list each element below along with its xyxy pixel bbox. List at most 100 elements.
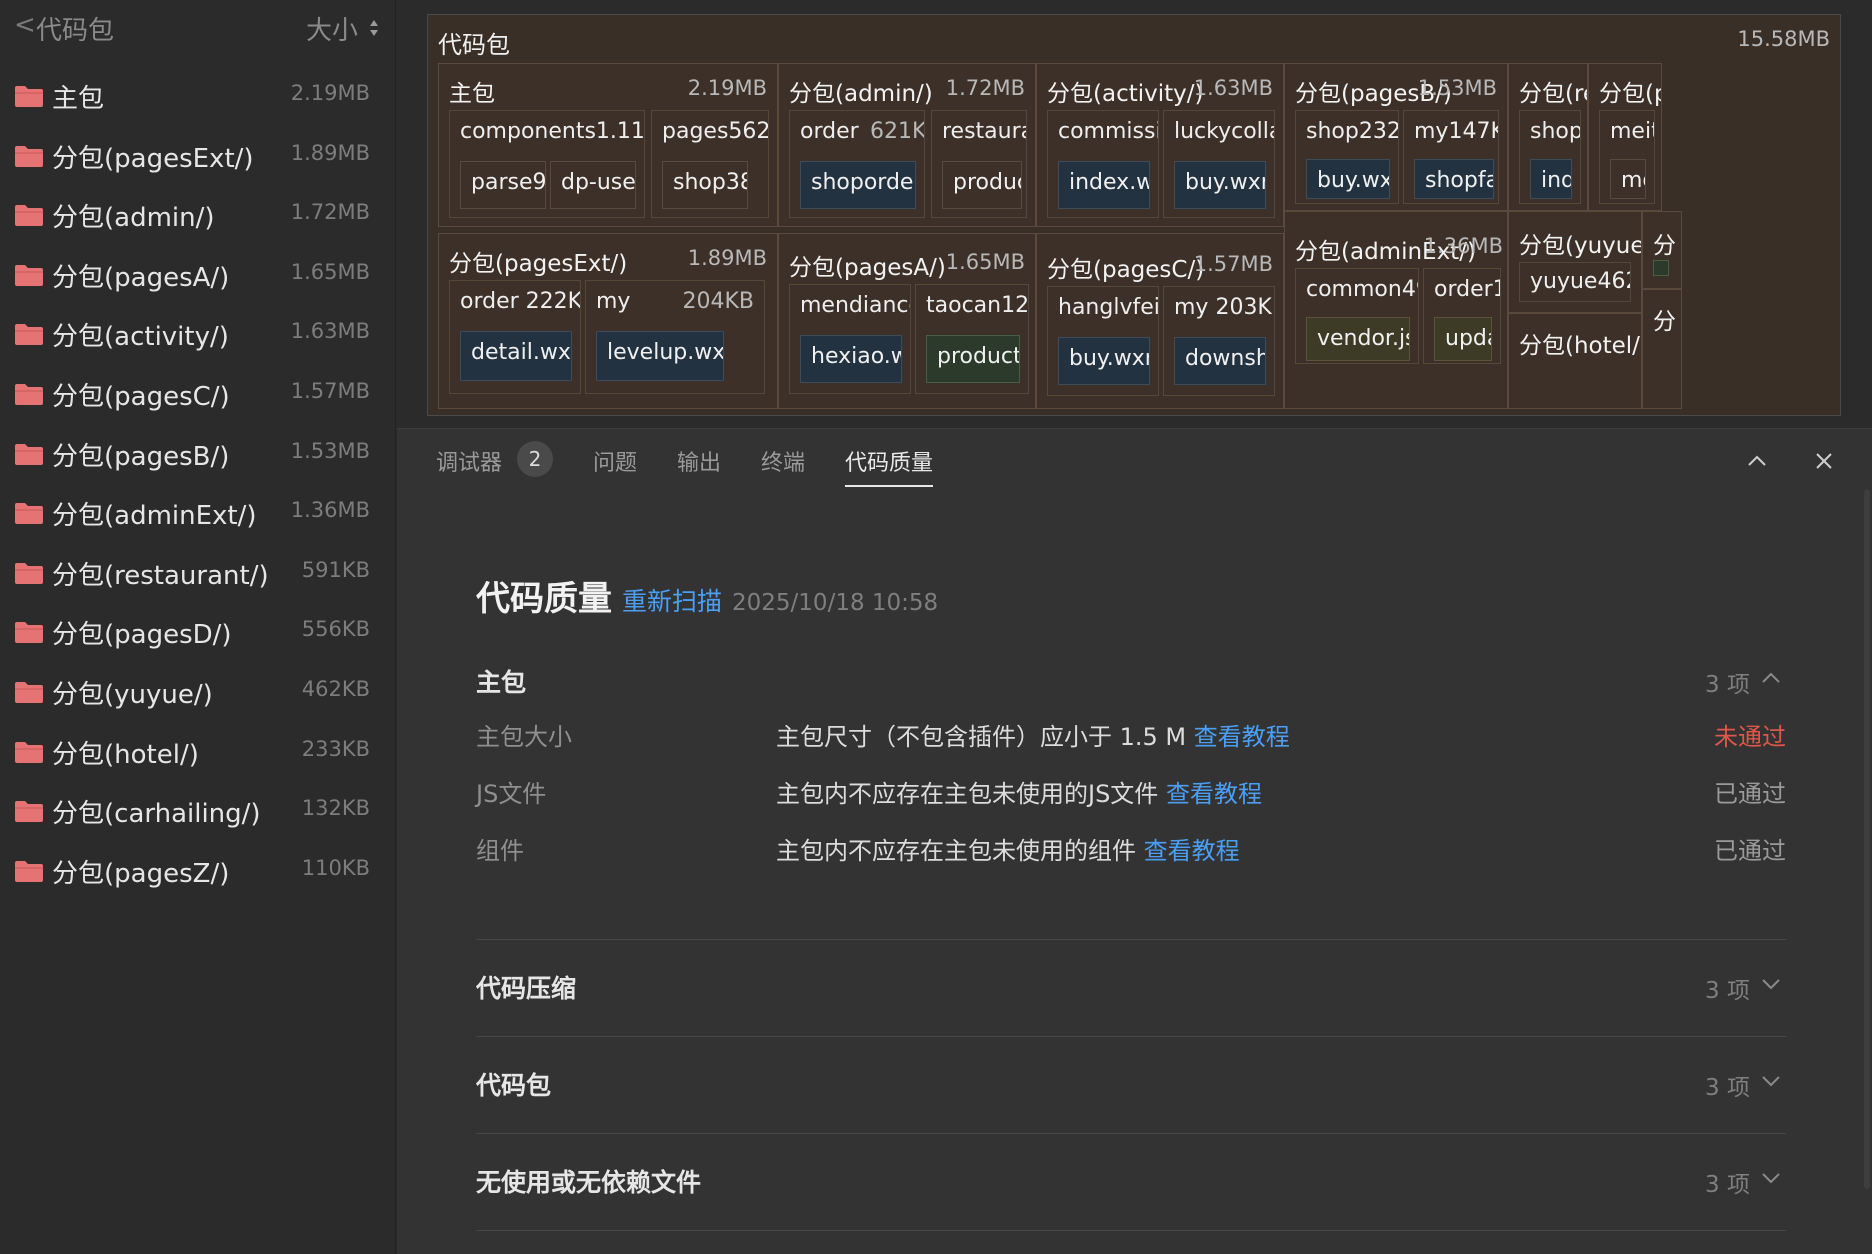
treemap-block-pagesB[interactable]: 分包(pagesB/) 1.53MB shop232KE buy.wxm my1… <box>1284 63 1508 211</box>
package-list-item[interactable]: 分包(restaurant/) 591KB <box>0 543 396 603</box>
tab-output[interactable]: 输出 <box>677 445 721 477</box>
treemap-block-adminExt[interactable]: 分包(adminExt/) 1.36MB common496 vendor.js… <box>1284 211 1508 409</box>
treemap-leaf-ind[interactable]: ind <box>1530 159 1572 199</box>
section-header[interactable]: 代码包 3 项 <box>476 1050 1786 1110</box>
treemap-leaf-shopfa[interactable]: shopfa <box>1414 159 1494 199</box>
section-header[interactable]: 无使用或无依赖文件 3 项 <box>476 1147 1786 1207</box>
treemap-leaf-product[interactable]: product.v <box>926 335 1020 383</box>
treemap-leaf-dp-use[interactable]: dp-use <box>550 161 636 209</box>
collapse-panel-icon[interactable] <box>1745 449 1769 473</box>
treemap-leaf-buy[interactable]: buy.wxm <box>1306 159 1390 199</box>
treemap-block-yuyue[interactable]: 分包(yuyue/ yuyue462 <box>1508 211 1642 313</box>
panel-scrollbar[interactable] <box>1862 489 1872 1199</box>
treemap-block-pagesD[interactable]: 分包(pa meitu mo <box>1588 63 1662 211</box>
treemap-leaf-buy[interactable]: buy.wxml <box>1058 337 1150 385</box>
package-list-item[interactable]: 分包(carhailing/) 132KB <box>0 781 396 841</box>
treemap-leaf-shop[interactable]: shop38 <box>662 161 748 209</box>
treemap-block-small[interactable]: 分 <box>1642 289 1682 409</box>
treemap-leaf-product[interactable]: produc <box>942 161 1022 209</box>
package-list: 主包 2.19MB 分包(pagesExt/) 1.89MB 分包(admin/) 1.7… <box>0 66 396 900</box>
treemap-block-hotel[interactable]: 分包(hotel/) <box>1508 313 1642 409</box>
treemap-sub-restaurant[interactable]: restauran produc <box>931 110 1027 218</box>
package-list-item[interactable]: 分包(admin/) 1.72MB <box>0 185 396 245</box>
treemap-leaf-vendor[interactable]: vendor.js8 <box>1306 317 1410 361</box>
back-button[interactable]: < <box>14 10 36 40</box>
tab-terminal[interactable]: 终端 <box>761 445 805 477</box>
treemap-sub-yuyue[interactable]: yuyue462 <box>1519 262 1631 302</box>
treemap-sub-components[interactable]: components1.11M parse9 dp-use <box>449 110 645 218</box>
treemap-sub-hanglvfeike[interactable]: hanglvfeike buy.wxml <box>1047 286 1159 396</box>
chevron-down-icon[interactable] <box>1760 977 1782 991</box>
scrollbar-thumb[interactable] <box>1864 489 1870 1189</box>
treemap-sub-my[interactable]: my 203KB downsho <box>1163 286 1275 396</box>
block-size: 1.65MB <box>945 250 1025 274</box>
section-divider <box>476 1133 1786 1134</box>
package-list-item[interactable]: 分包(pagesC/) 1.57MB <box>0 364 396 424</box>
block-title: 主包 <box>449 81 495 107</box>
close-icon[interactable] <box>1812 449 1836 473</box>
treemap-sub-my[interactable]: my 204KB levelup.wxı <box>585 280 765 394</box>
treemap-sub-pages[interactable]: pages562 shop38 <box>651 110 769 218</box>
section-header[interactable]: 主包 3 项 <box>476 647 1786 707</box>
treemap-block-pagesC[interactable]: 分包(pagesC/) 1.57MB hanglvfeike buy.wxml … <box>1036 233 1284 409</box>
treemap-leaf-downshop[interactable]: downsho <box>1174 337 1266 385</box>
treemap-sub-commission[interactable]: commissior index.wxr <box>1047 110 1159 218</box>
treemap-leaf-update[interactable]: upda <box>1434 317 1492 361</box>
package-list-item[interactable]: 分包(activity/) 1.63MB <box>0 304 396 364</box>
view-tutorial-link[interactable]: 查看教程 <box>1166 780 1262 808</box>
section-code-package: 代码包 3 项 <box>476 1050 1786 1110</box>
sort-by-size-button[interactable]: 大小 <box>306 10 358 47</box>
treemap-sub-meitu[interactable]: meitu mo <box>1599 110 1655 204</box>
treemap-sub-shop[interactable]: shop232KE buy.wxm <box>1295 110 1399 204</box>
treemap-sub-order[interactable]: order 222KB detail.wxml <box>449 280 581 394</box>
treemap-block-activity[interactable]: 分包(activity/) 1.63MB commissior index.wx… <box>1036 63 1284 227</box>
package-list-item[interactable]: 分包(pagesB/) 1.53MB <box>0 424 396 484</box>
treemap-leaf-detail[interactable]: detail.wxml <box>460 331 572 381</box>
tab-problems[interactable]: 问题 <box>593 445 637 477</box>
treemap-block-restaurant[interactable]: 分包(res shop ind <box>1508 63 1588 211</box>
tab-debugger[interactable]: 调试器 <box>436 445 502 477</box>
view-tutorial-link[interactable]: 查看教程 <box>1194 723 1290 751</box>
treemap-leaf-mo[interactable]: mo <box>1610 159 1646 199</box>
treemap-block-pagesExt[interactable]: 分包(pagesExt/) 1.89MB order 222KB detail.… <box>438 233 778 409</box>
treemap-sub-luckycollage[interactable]: luckycollag buy.wxm <box>1163 110 1275 218</box>
package-list-item[interactable]: 分包(pagesExt/) 1.89MB <box>0 126 396 186</box>
treemap-sub-common[interactable]: common496 vendor.js8 <box>1295 268 1419 364</box>
treemap-leaf-buy[interactable]: buy.wxm <box>1174 161 1266 209</box>
treemap-block-admin[interactable]: 分包(admin/) 1.72MB order 621KB shoporderd… <box>778 63 1036 227</box>
check-row: 主包大小 主包尺寸（不包含插件）应小于 1.5 M 查看教程 未通过 <box>476 717 1786 757</box>
treemap-block-small[interactable]: 分 <box>1642 211 1682 289</box>
sort-arrows-icon[interactable] <box>368 18 380 38</box>
treemap-sub-order[interactable]: order 621KB shoporderde <box>789 110 925 218</box>
treemap-leaf-index[interactable]: index.wxr <box>1058 161 1150 209</box>
package-list-item[interactable]: 分包(pagesD/) 556KB <box>0 602 396 662</box>
rescan-link[interactable]: 重新扫描 <box>622 587 722 616</box>
treemap-leaf-levelup[interactable]: levelup.wxı <box>596 331 724 381</box>
chevron-up-icon[interactable] <box>1760 671 1782 685</box>
treemap-leaf-small[interactable] <box>1653 260 1669 276</box>
view-tutorial-link[interactable]: 查看教程 <box>1144 837 1240 865</box>
tab-code-quality[interactable]: 代码质量 <box>845 445 934 487</box>
treemap-sub-order[interactable]: order1. upda <box>1423 268 1501 364</box>
check-description-text: 主包内不应存在主包未使用的JS文件 <box>776 780 1159 808</box>
treemap-block-main[interactable]: 主包 2.19MB components1.11M parse9 dp-use … <box>438 63 778 227</box>
package-list-item[interactable]: 分包(pagesZ/) 110KB <box>0 841 396 901</box>
package-list-item[interactable]: 主包 2.19MB <box>0 66 396 126</box>
chevron-down-icon[interactable] <box>1760 1074 1782 1088</box>
package-list-item[interactable]: 分包(yuyue/) 462KB <box>0 662 396 722</box>
package-list-item[interactable]: 分包(hotel/) 233KB <box>0 722 396 782</box>
treemap-sub-mendiancenter[interactable]: mendiancen hexiao.wx <box>789 284 911 394</box>
package-list-item[interactable]: 分包(pagesA/) 1.65MB <box>0 245 396 305</box>
section-header[interactable]: 代码压缩 3 项 <box>476 953 1786 1013</box>
chevron-down-icon[interactable] <box>1760 1171 1782 1185</box>
treemap-sub-taocan[interactable]: taocan125K product.v <box>915 284 1029 394</box>
treemap-leaf-shoporder[interactable]: shoporderde <box>800 161 916 209</box>
folder-icon <box>15 681 43 703</box>
treemap-leaf-hexiao[interactable]: hexiao.wx <box>800 335 902 383</box>
treemap-leaf-parse[interactable]: parse9 <box>460 161 546 209</box>
package-name: 分包(admin/) <box>52 203 215 234</box>
treemap-sub-shop[interactable]: shop ind <box>1519 110 1581 204</box>
package-list-item[interactable]: 分包(adminExt/) 1.36MB <box>0 483 396 543</box>
treemap-block-pagesA[interactable]: 分包(pagesA/) 1.65MB mendiancen hexiao.wx … <box>778 233 1036 409</box>
treemap-sub-my[interactable]: my147KB shopfa <box>1403 110 1499 204</box>
